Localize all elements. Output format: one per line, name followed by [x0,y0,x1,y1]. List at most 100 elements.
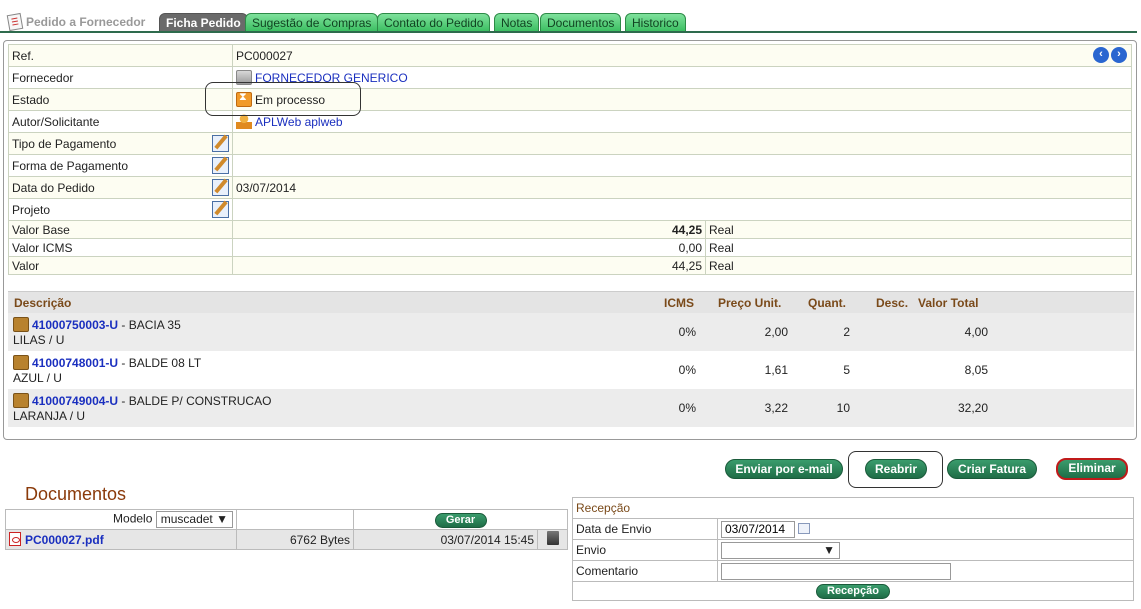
document-icon [6,12,24,32]
item-quant: 5 [843,363,850,377]
item-total: 8,05 [964,363,988,377]
reabrir-button[interactable]: Reabrir [865,459,927,479]
valor-icms-label: Valor ICMS [8,238,233,257]
product-icon [13,393,29,408]
modelo-select-value: muscadet [160,512,213,526]
envio-select[interactable]: ▼ [721,541,840,559]
modelo-select[interactable]: muscadet ▼ [155,511,233,528]
field-row-ref: Ref. PC000027 ‹ › [8,44,1132,67]
gerar-button[interactable]: Gerar [434,512,487,528]
item-icms: 0% [678,325,696,339]
tab-underline [0,31,1137,33]
create-invoice-button[interactable]: Criar Fatura [947,459,1037,479]
item-preco: 1,61 [764,363,788,377]
item-name: - BALDE 08 LT [118,356,202,370]
forma-pagamento-label: Forma de Pagamento [12,158,129,173]
reception-title: Recepção [572,497,1134,519]
field-row-valor-icms: Valor ICMS 0,00 Real [8,238,1132,257]
tab-documentos[interactable]: Documentos [540,13,622,32]
data-envio-label: Data de Envio [572,518,718,540]
documents-table: Modelo muscadet ▼ Gerar PC000027.pdf 676… [5,509,568,550]
valor-base-label: Valor Base [8,220,233,239]
document-row: PC000027.pdf 6762 Bytes 03/07/2014 15:45 [5,529,568,550]
item-preco: 2,00 [764,325,788,339]
valor-base-currency: Real [705,220,1132,239]
pdf-icon [9,532,21,546]
calendar-icon[interactable] [798,523,810,534]
user-icon [236,114,252,129]
chevron-down-icon: ▼ [216,512,228,526]
data-pedido-value: 03/07/2014 [236,180,297,195]
field-row-autor: Autor/Solicitante APLWeb aplweb [8,110,1132,133]
item-row[interactable]: 41000749004-U - BALDE P/ CONSTRUCAO LARA… [8,389,1134,427]
tab-notas[interactable]: Notas [494,13,540,32]
item-preco: 3,22 [764,401,788,415]
item-row[interactable]: 41000750003-U - BACIA 35 LILAS / U 0% 2,… [8,313,1134,351]
valor-value: 44,25 [232,256,706,275]
ref-value: PC000027 [236,48,293,63]
comentario-label: Comentario [572,560,718,582]
autor-label: Autor/Solicitante [8,110,233,133]
product-icon [13,317,29,332]
item-name: - BALDE P/ CONSTRUCAO [118,394,272,408]
autor-link[interactable]: APLWeb aplweb [255,115,343,129]
item-name: - BACIA 35 [118,318,181,332]
next-record-icon[interactable]: › [1111,47,1127,63]
estado-highlight-outline [205,82,361,116]
field-row-projeto: Projeto [8,198,1132,221]
page-title: Pedido a Fornecedor [6,12,146,32]
tab-ficha-pedido[interactable]: Ficha Pedido [159,13,248,32]
fornecedor-label: Fornecedor [8,66,233,89]
valor-currency: Real [705,256,1132,275]
tab-contato-pedido[interactable]: Contato do Pedido [377,13,491,32]
order-card: Ref. PC000027 ‹ › Fornecedor FORNECEDOR … [3,40,1137,440]
record-navigation: ‹ › [1093,47,1127,63]
valor-icms-value: 0,00 [232,238,706,257]
edit-forma-pagamento-icon[interactable] [212,157,229,174]
item-quant: 10 [836,401,850,415]
tab-historico[interactable]: Historico [625,13,686,32]
field-row-tipo-pagamento: Tipo de Pagamento [8,132,1132,155]
data-envio-input[interactable] [721,520,795,538]
modelo-label: Modelo [113,511,153,526]
items-header: Descrição ICMS Preço Unit. Quant. Desc. … [8,291,1134,313]
col-quant: Quant. [808,296,846,310]
document-file-link[interactable]: PC000027.pdf [25,533,104,547]
field-row-data-pedido: Data do Pedido 03/07/2014 [8,176,1132,199]
envio-label: Envio [572,539,718,561]
edit-tipo-pagamento-icon[interactable] [212,135,229,152]
order-fields-table: Ref. PC000027 ‹ › Fornecedor FORNECEDOR … [8,44,1132,275]
send-email-button[interactable]: Enviar por e-mail [725,459,843,479]
ref-label: Ref. [8,44,233,67]
item-total: 32,20 [957,401,988,415]
previous-record-icon[interactable]: ‹ [1093,47,1109,63]
item-code-link[interactable]: 41000748001-U [32,356,118,370]
edit-data-pedido-icon[interactable] [212,179,229,196]
field-row-forma-pagamento: Forma de Pagamento [8,154,1132,177]
delete-button[interactable]: Eliminar [1056,458,1128,480]
field-row-valor: Valor 44,25 Real [8,256,1132,275]
data-pedido-label: Data do Pedido [12,180,95,195]
valor-base-value: 44,25 [671,222,702,237]
item-quant: 2 [843,325,850,339]
tipo-pagamento-label: Tipo de Pagamento [12,136,117,151]
col-desc: Desc. [876,296,909,310]
item-row[interactable]: 41000748001-U - BALDE 08 LT AZUL / U 0% … [8,351,1134,389]
documents-title: Documentos [25,484,127,504]
tab-sugestao-compras[interactable]: Sugestão de Compras [245,13,379,32]
item-variant: LILAS / U [13,333,65,347]
item-code-link[interactable]: 41000749004-U [32,394,118,408]
edit-projeto-icon[interactable] [212,201,229,218]
col-valor-total: Valor Total [918,296,979,310]
field-row-valor-base: Valor Base 44,25 Real [8,220,1132,239]
col-descricao: Descrição [14,296,72,310]
reception-button[interactable]: Recepção [816,584,890,599]
comentario-input[interactable] [721,562,951,580]
product-icon [13,355,29,370]
valor-label: Valor [8,256,233,275]
field-row-fornecedor: Fornecedor FORNECEDOR GENERICO [8,66,1132,89]
trash-icon[interactable] [546,531,559,545]
item-code-link[interactable]: 41000750003-U [32,318,118,332]
page-title-text: Pedido a Fornecedor [26,15,146,29]
projeto-label: Projeto [12,202,51,217]
